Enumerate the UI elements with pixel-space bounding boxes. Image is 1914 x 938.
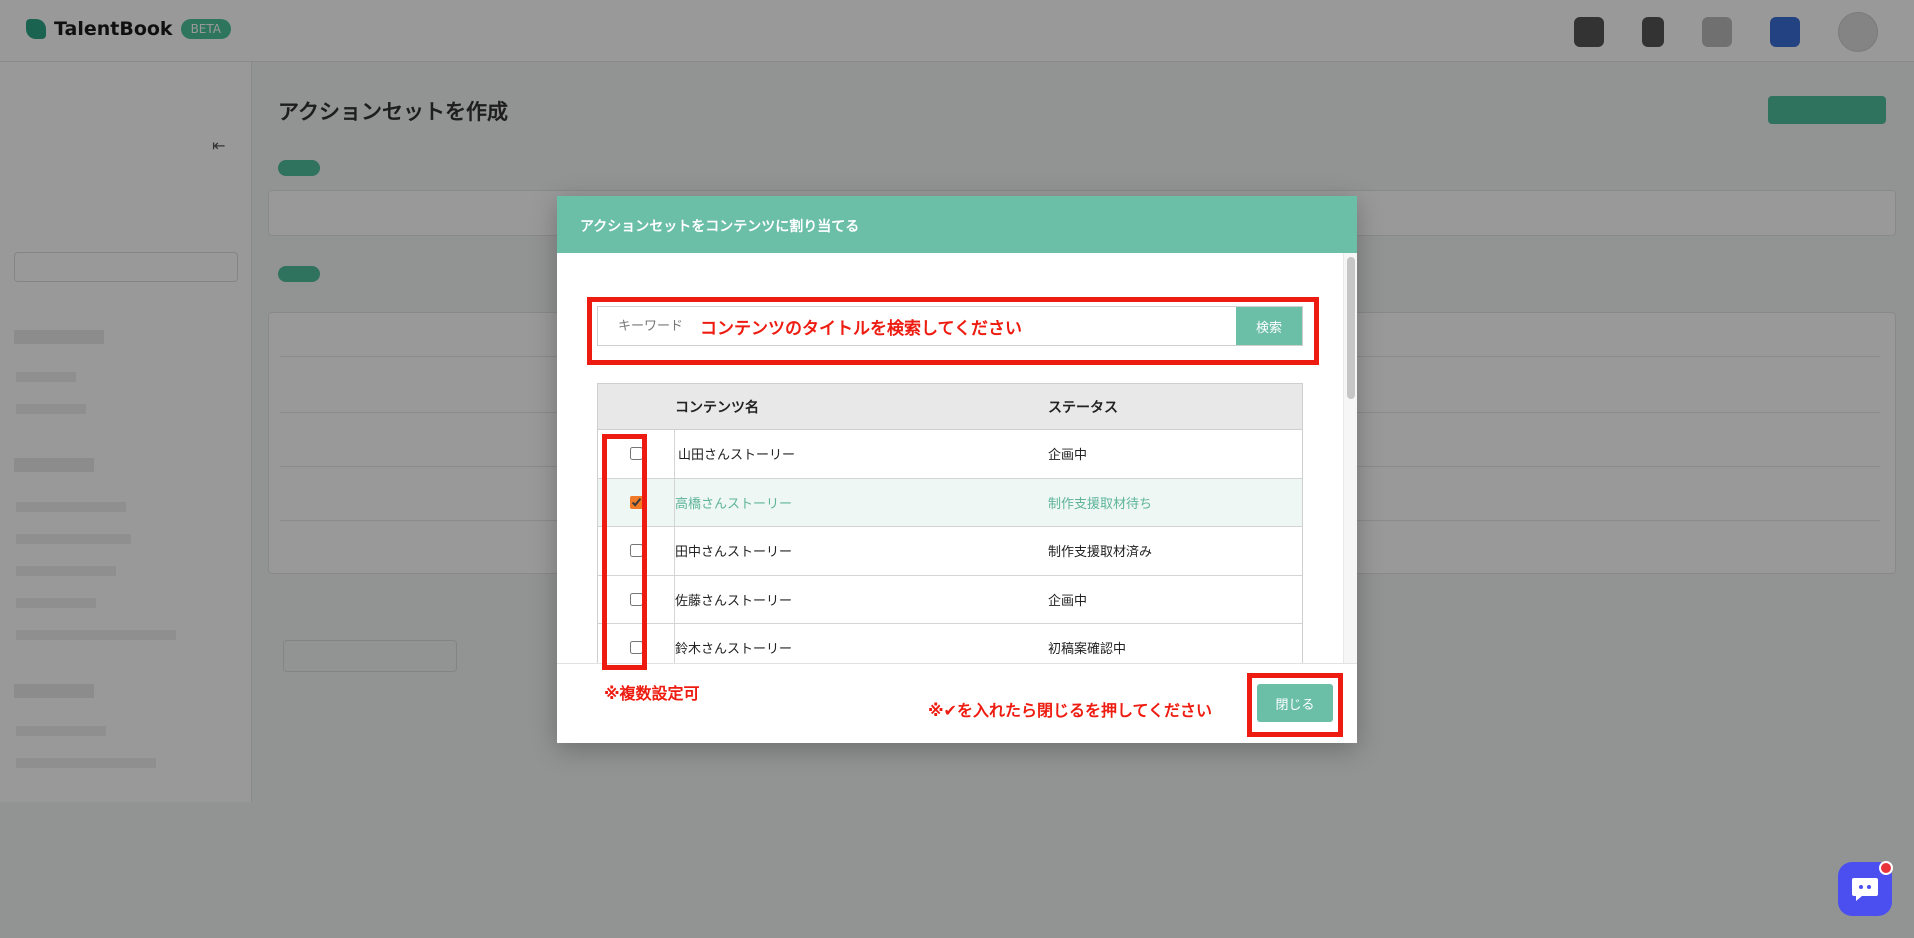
table-row[interactable]: 高橋さんストーリー 制作支援取材待ち <box>598 478 1302 527</box>
content-table: コンテンツ名 ステータス 山田さんストーリー 企画中 高橋さんストーリー 制作支… <box>597 383 1303 663</box>
modal-header: アクションセットをコンテンツに割り当てる <box>557 196 1357 253</box>
table-row[interactable]: 山田さんストーリー 企画中 <box>598 430 1302 479</box>
content-status: 企画中 <box>1048 448 1088 464</box>
column-header-status: ステータス <box>1048 399 1118 416</box>
modal-scrollbar[interactable] <box>1343 253 1357 663</box>
close-highlight-box <box>1247 673 1343 737</box>
table-header: コンテンツ名 ステータス <box>598 384 1302 430</box>
content-status: 制作支援取材待ち <box>1048 496 1153 512</box>
content-status: 制作支援取材済み <box>1048 545 1153 561</box>
scroll-thumb[interactable] <box>1347 257 1355 399</box>
content-name: 佐藤さんストーリー <box>675 593 793 609</box>
assign-content-modal: アクションセットをコンテンツに割り当てる 検索 コンテンツ名 ステータス 山田さ… <box>557 196 1357 743</box>
table-row[interactable]: 田中さんストーリー 制作支援取材済み <box>598 527 1302 576</box>
chat-bubble-icon <box>1852 878 1878 901</box>
chat-notification-dot <box>1879 861 1893 875</box>
search-hint: コンテンツのタイトルを検索してください <box>700 319 1022 339</box>
content-name: 鈴木さんストーリー <box>675 642 793 658</box>
chat-widget-button[interactable] <box>1838 861 1893 916</box>
modal-title: アクションセットをコンテンツに割り当てる <box>580 219 860 235</box>
multi-select-hint: ※複数設定可 <box>604 684 700 703</box>
column-header-name: コンテンツ名 <box>675 399 759 416</box>
checkbox-highlight-box <box>602 434 647 670</box>
content-status: 企画中 <box>1048 593 1088 609</box>
content-name: 山田さんストーリー <box>678 448 796 464</box>
content-status: 初稿案確認中 <box>1048 642 1127 658</box>
table-row[interactable]: 鈴木さんストーリー 初稿案確認中 <box>598 624 1302 663</box>
table-row[interactable]: 佐藤さんストーリー 企画中 <box>598 575 1302 624</box>
content-name: 田中さんストーリー <box>675 545 793 561</box>
checkbox-header <box>598 384 675 429</box>
content-name: 高橋さんストーリー <box>675 496 793 512</box>
close-hint: ※✔を入れたら閉じるを押してください <box>928 701 1213 720</box>
